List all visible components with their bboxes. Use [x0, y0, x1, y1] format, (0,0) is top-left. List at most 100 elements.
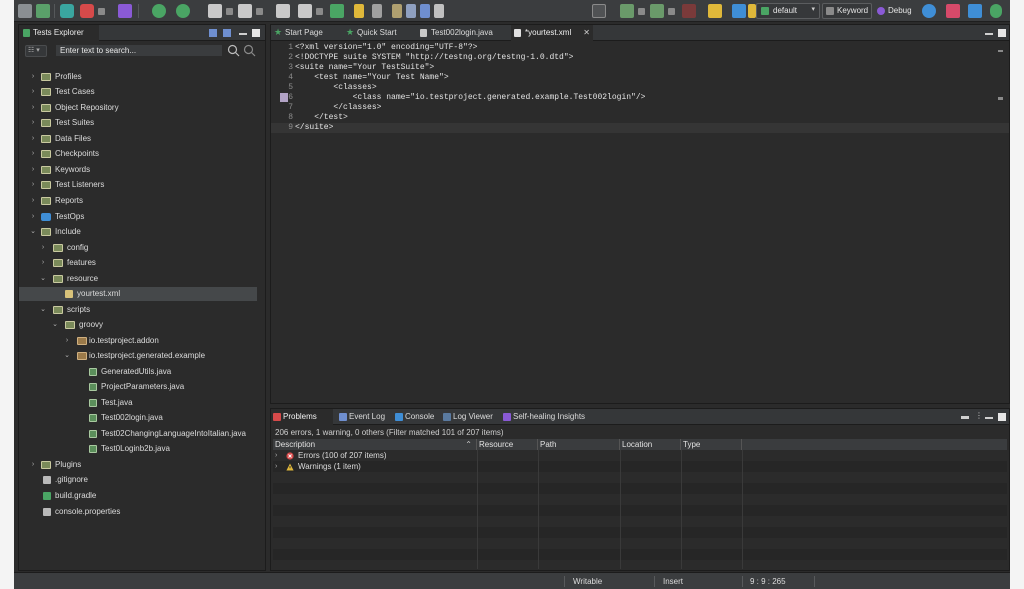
tree-item-io-testproject-addon[interactable]: › io.testproject.addon [19, 334, 265, 348]
back-icon[interactable] [354, 4, 364, 18]
tab-tests-explorer[interactable]: Tests Explorer [19, 25, 99, 41]
minimize-icon[interactable] [985, 33, 993, 35]
record-web-icon[interactable] [152, 4, 166, 18]
chevron-down-icon[interactable]: ⌄ [51, 318, 59, 332]
spy-mobile-icon[interactable] [208, 4, 222, 18]
tab-yourtest-xml[interactable]: *yourtest.xml ✕ [511, 25, 593, 41]
toggle-icon[interactable] [392, 4, 402, 18]
tree-item-test-cases[interactable]: › Test Cases [19, 85, 265, 99]
profile-select[interactable]: default ▾ [756, 3, 820, 19]
chevron-right-icon[interactable]: › [29, 116, 37, 130]
view-menu-icon[interactable]: ⋮ [975, 412, 983, 420]
tab-problems[interactable]: Problems [271, 409, 333, 425]
tree-item-keywords[interactable]: › Keywords [19, 163, 265, 177]
column-header-location[interactable]: Location [620, 439, 681, 450]
tab-test002login-java[interactable]: Test002login.java [417, 25, 511, 41]
new-icon[interactable] [18, 4, 32, 18]
chevron-down-icon[interactable]: ⌄ [63, 349, 71, 363]
maximize-icon[interactable] [998, 29, 1006, 37]
chevron-right-icon[interactable]: › [275, 461, 277, 472]
edit-icon[interactable] [434, 4, 444, 18]
pin-icon[interactable] [420, 4, 430, 18]
tree-item-projectparameters-java[interactable]: ProjectParameters.java [19, 380, 265, 394]
advanced-search-icon[interactable] [243, 44, 256, 57]
notification-icon[interactable] [968, 4, 982, 18]
chevron-right-icon[interactable]: › [29, 101, 37, 115]
dropdown-arrow-icon[interactable] [98, 8, 105, 15]
chevron-right-icon[interactable]: › [29, 194, 37, 208]
record-mobile-icon[interactable] [176, 4, 190, 18]
tab-event-log[interactable]: Event Log [337, 409, 385, 425]
gift-icon[interactable] [946, 4, 960, 18]
save-icon[interactable] [36, 4, 50, 18]
tree-item-config[interactable]: › config [19, 241, 265, 255]
tab-quick-start[interactable]: ★ Quick Start [343, 25, 417, 41]
code-editor[interactable]: 1 <?xml version="1.0" encoding="UTF-8"?> … [271, 42, 1009, 402]
git-icon[interactable] [60, 4, 74, 18]
chevron-down-icon[interactable]: ⌄ [39, 272, 47, 286]
testcloud-icon[interactable] [732, 4, 746, 18]
chevron-right-icon[interactable]: › [29, 147, 37, 161]
dropdown-arrow-icon[interactable] [638, 8, 645, 15]
user-account-icon[interactable] [990, 4, 1002, 18]
column-header-path[interactable]: Path [538, 439, 620, 450]
tree-item-yourtest-xml[interactable]: yourtest.xml [19, 287, 257, 301]
link-editor-icon[interactable] [223, 29, 231, 37]
tree-item-data-files[interactable]: › Data Files [19, 132, 265, 146]
tab-console[interactable]: Console [393, 409, 439, 425]
maximize-icon[interactable] [998, 413, 1006, 421]
katalon-testops-icon[interactable] [708, 4, 722, 18]
column-header-resource[interactable]: Resource [477, 439, 538, 450]
chevron-down-icon[interactable]: ⌄ [29, 225, 37, 239]
tree-item-console-properties[interactable]: console.properties [19, 505, 265, 519]
chevron-right-icon[interactable]: › [29, 132, 37, 146]
tree-item-profiles[interactable]: › Profiles [19, 70, 265, 84]
tab-log-viewer[interactable]: Log Viewer [441, 409, 497, 425]
dropdown-arrow-icon[interactable] [668, 8, 675, 15]
tree-item-plugins[interactable]: › Plugins [19, 458, 265, 472]
tree-item-features[interactable]: › features [19, 256, 265, 270]
chevron-right-icon[interactable]: › [29, 458, 37, 472]
search-icon[interactable] [227, 44, 240, 57]
tree-item-resource[interactable]: ⌄ resource [19, 272, 265, 286]
tree-item-scripts[interactable]: ⌄ scripts [19, 303, 265, 317]
recorder-icon[interactable] [748, 4, 756, 18]
chevron-right-icon[interactable]: › [39, 256, 47, 270]
debug-run-icon[interactable] [650, 4, 664, 18]
chevron-right-icon[interactable]: › [29, 163, 37, 177]
column-header-description[interactable]: Description ⌃ [273, 439, 477, 450]
tree-item-groovy[interactable]: ⌄ groovy [19, 318, 265, 332]
dropdown-arrow-icon[interactable] [316, 8, 323, 15]
tree-item-test-listeners[interactable]: › Test Listeners [19, 178, 265, 192]
filter-icon[interactable] [961, 416, 969, 419]
add-icon[interactable] [330, 4, 344, 18]
tree-item-checkpoints[interactable]: › Checkpoints [19, 147, 265, 161]
tree-item-reports[interactable]: › Reports [19, 194, 265, 208]
mark-icon[interactable] [406, 4, 416, 18]
tree-item-testops[interactable]: › TestOps [19, 210, 265, 224]
spy-icon[interactable] [118, 4, 132, 18]
tree-item-build-gradle[interactable]: build.gradle [19, 489, 265, 503]
chevron-right-icon[interactable]: › [275, 450, 277, 461]
tree-item-io-testproject-generated-example[interactable]: ⌄ io.testproject.generated.example [19, 349, 265, 363]
filter-menu-button[interactable]: ☷ ▾ [25, 45, 47, 57]
dropdown-arrow-icon[interactable] [226, 8, 233, 15]
tree-item-include[interactable]: ⌄ Include [19, 225, 265, 239]
tree-item-test02changinglanguage-java[interactable]: Test02ChangingLanguageIntoItalian.java [19, 427, 265, 441]
tree-item-test0loginb2b-java[interactable]: Test0Loginb2b.java [19, 442, 265, 456]
tree-item-test-suites[interactable]: › Test Suites [19, 116, 265, 130]
chevron-right-icon[interactable]: › [29, 70, 37, 84]
maximize-icon[interactable] [252, 29, 260, 37]
chevron-right-icon[interactable]: › [63, 334, 71, 348]
minimize-icon[interactable] [985, 417, 993, 419]
tree-item-test002login-java[interactable]: Test002login.java [19, 411, 265, 425]
tab-start-page[interactable]: ★ Start Page [271, 25, 341, 41]
dropdown-arrow-icon[interactable] [256, 8, 263, 15]
problem-row-errors[interactable]: › Errors (100 of 207 items) [273, 450, 1007, 461]
chevron-right-icon[interactable]: › [39, 241, 47, 255]
debug-button[interactable]: Debug [874, 3, 916, 19]
close-icon[interactable]: ✕ [583, 25, 590, 41]
new-test-case-icon[interactable] [276, 4, 290, 18]
search-input[interactable] [55, 44, 223, 57]
tab-self-healing-insights[interactable]: Self-healing Insights [501, 409, 597, 425]
